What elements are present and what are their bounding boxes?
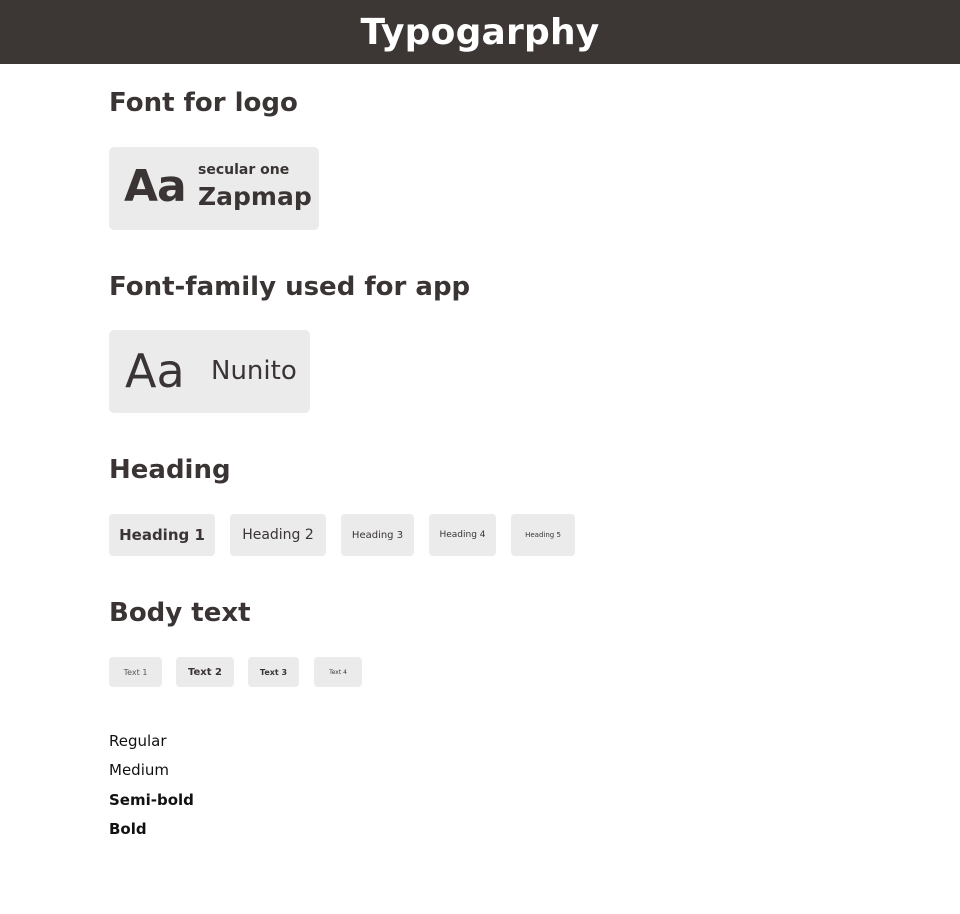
app-font-name: Nunito xyxy=(211,356,297,386)
heading-4-sample: Heading 4 xyxy=(429,514,496,556)
text-1-sample: Text 1 xyxy=(109,657,162,687)
weight-bold: Bold xyxy=(109,820,147,838)
app-font-heading: Font-family used for app xyxy=(109,272,471,302)
weight-semi-bold: Semi-bold xyxy=(109,791,194,809)
heading-5-sample: Heading 5 xyxy=(511,514,575,556)
app-font-card: Aa Nunito xyxy=(109,330,310,413)
text-4-sample: Text 4 xyxy=(314,657,362,687)
weight-medium: Medium xyxy=(109,761,169,779)
logo-font-heading: Font for logo xyxy=(109,88,298,118)
heading-1-sample: Heading 1 xyxy=(109,514,215,556)
page-header: Typogarphy xyxy=(0,0,960,64)
logo-brand-name: Zapmap xyxy=(198,182,312,211)
logo-font-name: secular one xyxy=(198,162,290,178)
body-text-section-title: Body text xyxy=(109,598,251,628)
logo-font-card: Aa secular one Zapmap xyxy=(109,147,319,230)
text-3-sample: Text 3 xyxy=(248,657,299,687)
logo-font-sample: Aa xyxy=(124,161,187,212)
heading-section-title: Heading xyxy=(109,455,231,485)
app-font-sample: Aa xyxy=(125,344,185,398)
page-title: Typogarphy xyxy=(360,11,600,53)
heading-2-sample: Heading 2 xyxy=(230,514,326,556)
weight-regular: Regular xyxy=(109,732,167,750)
heading-3-sample: Heading 3 xyxy=(341,514,414,556)
text-2-sample: Text 2 xyxy=(176,657,234,687)
